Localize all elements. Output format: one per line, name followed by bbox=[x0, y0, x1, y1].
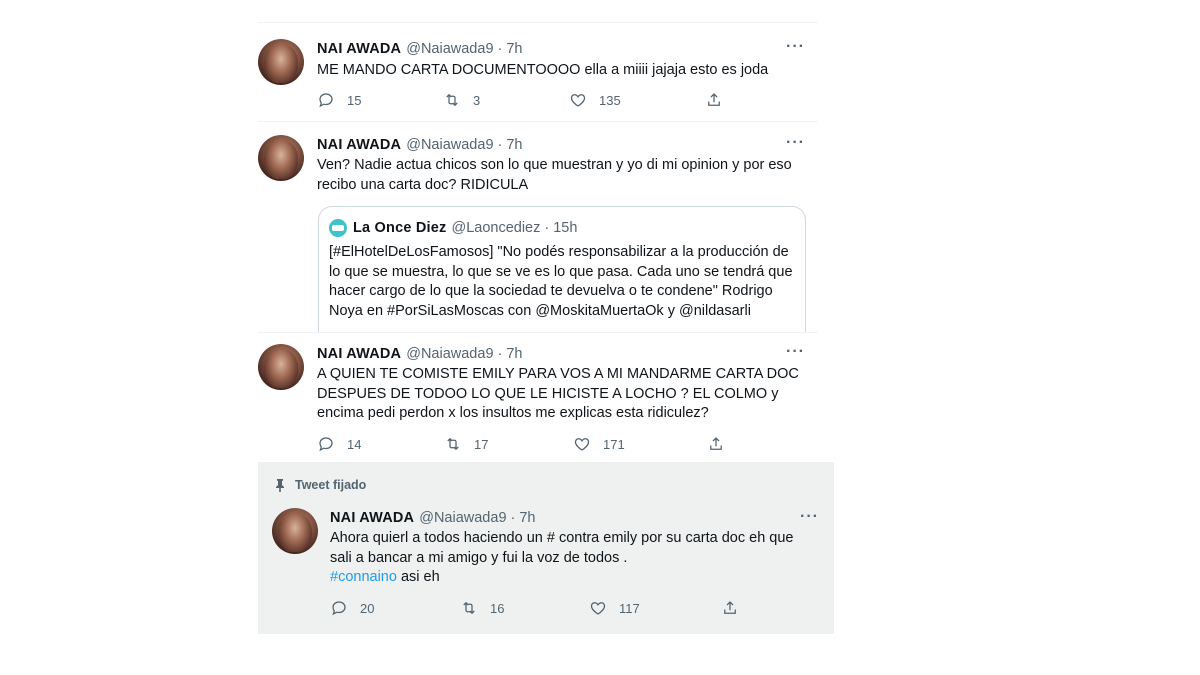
quote-display-name: La Once Diez bbox=[353, 220, 447, 236]
retweet-count: 3 bbox=[473, 92, 481, 108]
tweet-text-tail: asi eh bbox=[396, 569, 440, 585]
tweet-text: Ahora quierl a todos haciendo un # contr… bbox=[330, 529, 810, 588]
tweet-actions: 20 16 117 bbox=[330, 599, 739, 617]
share-icon bbox=[710, 437, 722, 450]
divider bbox=[258, 121, 818, 122]
divider bbox=[258, 22, 818, 23]
retweet-icon bbox=[446, 93, 458, 107]
reply-icon bbox=[332, 601, 346, 616]
like-icon bbox=[574, 438, 590, 451]
more-icon[interactable]: ··· bbox=[786, 38, 805, 56]
hashtag-link[interactable]: #connaino bbox=[330, 569, 397, 585]
timestamp[interactable]: 7h bbox=[506, 346, 522, 362]
timeline-feed: NAI AWADA @Naiawada9 · 7h ··· ME MANDO C… bbox=[0, 0, 1200, 675]
separator-dot: · bbox=[497, 137, 503, 153]
separator-dot: · bbox=[510, 510, 516, 526]
timestamp[interactable]: 7h bbox=[519, 510, 535, 526]
share-button[interactable] bbox=[721, 599, 739, 617]
tweet-text: Ven? Nadie actua chicos son lo que muest… bbox=[317, 157, 792, 193]
reply-count: 14 bbox=[347, 436, 362, 452]
reply-icon bbox=[319, 437, 333, 452]
reply-count: 20 bbox=[360, 600, 375, 616]
like-button[interactable]: 135 bbox=[569, 91, 705, 109]
user-handle[interactable]: @Naiawada9 bbox=[406, 346, 493, 362]
like-button[interactable]: 171 bbox=[573, 435, 707, 453]
tweet-header: NAI AWADA @Naiawada9 · 7h bbox=[330, 510, 536, 526]
share-button[interactable] bbox=[705, 91, 723, 109]
share-button[interactable] bbox=[707, 435, 725, 453]
retweet-icon bbox=[447, 437, 459, 451]
user-handle[interactable]: @Naiawada9 bbox=[406, 137, 493, 153]
reply-button[interactable]: 15 bbox=[317, 91, 443, 109]
avatar[interactable] bbox=[258, 344, 304, 390]
reply-button[interactable]: 20 bbox=[330, 599, 460, 617]
display-name[interactable]: NAI AWADA bbox=[317, 137, 401, 153]
separator-dot: · bbox=[497, 41, 503, 57]
quote-avatar bbox=[329, 219, 347, 237]
user-handle[interactable]: @Naiawada9 bbox=[406, 41, 493, 57]
more-icon[interactable]: ··· bbox=[786, 343, 805, 361]
reply-count: 15 bbox=[347, 92, 362, 108]
timestamp[interactable]: 7h bbox=[506, 41, 522, 57]
like-count: 117 bbox=[619, 600, 640, 616]
pin-icon bbox=[276, 479, 284, 492]
display-name[interactable]: NAI AWADA bbox=[317, 41, 401, 57]
like-button[interactable]: 117 bbox=[589, 599, 721, 617]
retweet-button[interactable]: 17 bbox=[444, 435, 573, 453]
quoted-tweet[interactable]: La Once Diez @Laoncediez · 15h [#ElHotel… bbox=[318, 206, 806, 333]
separator-dot: · bbox=[544, 220, 550, 236]
retweet-count: 16 bbox=[490, 600, 505, 616]
avatar[interactable] bbox=[258, 135, 304, 181]
tweet-actions: 14 17 171 bbox=[317, 435, 725, 453]
more-icon[interactable]: ··· bbox=[800, 508, 819, 526]
share-icon bbox=[724, 601, 736, 614]
like-icon bbox=[590, 602, 606, 615]
retweet-button[interactable]: 3 bbox=[443, 91, 569, 109]
tweet-header: NAI AWADA @Naiawada9 · 7h bbox=[317, 346, 523, 362]
retweet-count: 17 bbox=[474, 436, 489, 452]
tweet-text-body: Ahora quierl a todos haciendo un # contr… bbox=[330, 530, 794, 566]
tweet-text: A QUIEN TE COMISTE EMILY PARA VOS A MI M… bbox=[317, 366, 799, 421]
tweet-header: NAI AWADA @Naiawada9 · 7h bbox=[317, 137, 523, 153]
timestamp[interactable]: 7h bbox=[506, 137, 522, 153]
quote-timestamp: 15h bbox=[553, 220, 578, 236]
like-count: 171 bbox=[603, 436, 625, 452]
avatar[interactable] bbox=[272, 508, 318, 554]
display-name[interactable]: NAI AWADA bbox=[330, 510, 414, 526]
divider bbox=[258, 332, 818, 333]
quote-handle: @Laoncediez bbox=[451, 220, 541, 236]
quote-header: La Once Diez @Laoncediez · 15h bbox=[353, 220, 577, 236]
quote-text: [#ElHotelDeLosFamosos] "No podés respons… bbox=[329, 244, 793, 319]
avatar[interactable] bbox=[258, 39, 304, 85]
share-icon bbox=[708, 93, 720, 106]
more-icon[interactable]: ··· bbox=[786, 134, 805, 152]
like-count: 135 bbox=[599, 92, 621, 108]
user-handle[interactable]: @Naiawada9 bbox=[419, 510, 506, 526]
retweet-icon bbox=[463, 601, 475, 615]
display-name[interactable]: NAI AWADA bbox=[317, 346, 401, 362]
like-icon bbox=[570, 94, 586, 107]
reply-icon bbox=[319, 93, 333, 108]
pinned-label: Tweet fijado bbox=[295, 478, 367, 492]
tweet-actions: 15 3 135 bbox=[317, 91, 723, 109]
tweet-text: ME MANDO CARTA DOCUMENTOOOO ella a miiii… bbox=[317, 62, 769, 78]
separator-dot: · bbox=[497, 346, 503, 362]
reply-button[interactable]: 14 bbox=[317, 435, 444, 453]
retweet-button[interactable]: 16 bbox=[460, 599, 589, 617]
tweet-header: NAI AWADA @Naiawada9 · 7h bbox=[317, 41, 523, 57]
